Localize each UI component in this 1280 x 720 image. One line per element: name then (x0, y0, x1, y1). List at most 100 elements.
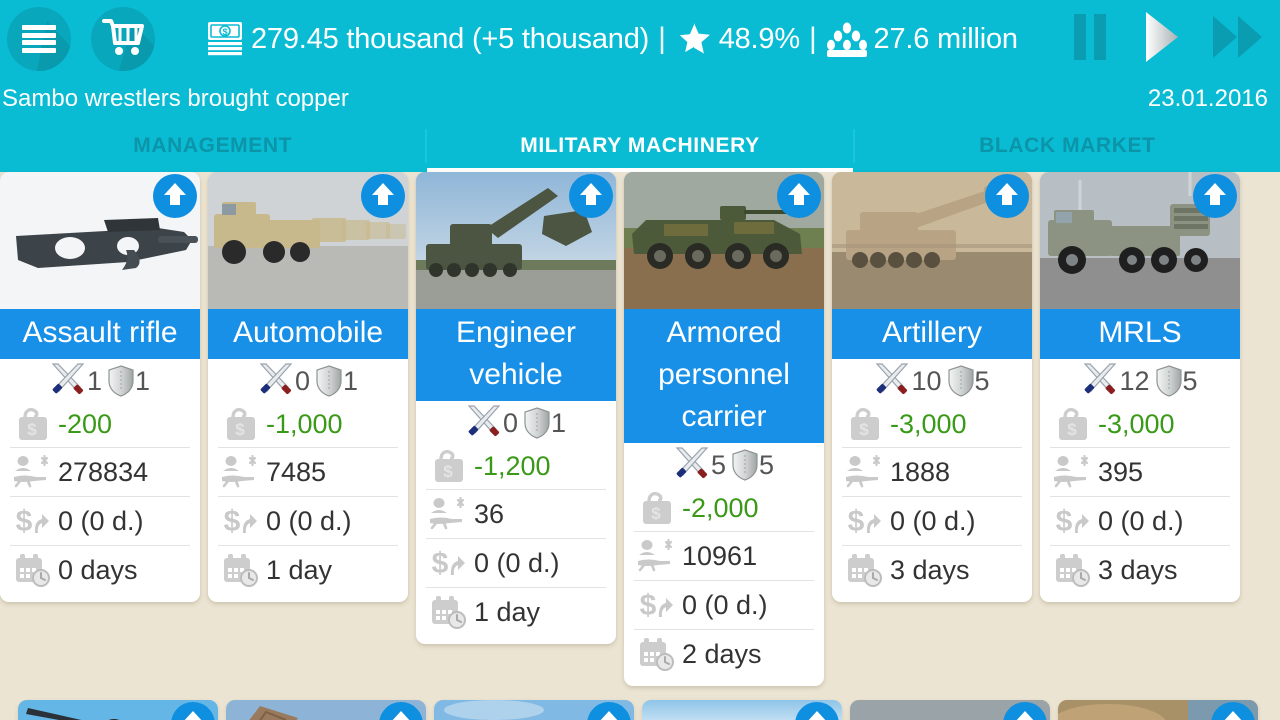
units-row: 278834 (10, 447, 190, 496)
tab-management[interactable]: Management (0, 120, 425, 172)
units-row: 36 (426, 489, 606, 538)
calendar-clock-icon (218, 552, 262, 588)
unit-card-partial[interactable] (226, 700, 426, 720)
calendar-clock-icon (10, 552, 54, 588)
tab-bar: Management Military machinery Black mark… (0, 120, 1280, 172)
crossed-swords-icon (49, 361, 87, 402)
svg-text:$: $ (223, 27, 228, 37)
upgrade-button[interactable] (569, 174, 613, 218)
up-arrow-icon (178, 707, 208, 720)
up-arrow-icon (1010, 707, 1040, 720)
stat-separator-2: | (808, 22, 817, 55)
crossed-swords-icon (873, 361, 911, 402)
upgrade-button[interactable] (777, 174, 821, 218)
population-stat: 27.6 million (826, 20, 1018, 58)
upgrade-button[interactable] (361, 174, 405, 218)
build-time-value: 3 days (1098, 554, 1178, 585)
shield-icon (315, 365, 343, 397)
cost-row: $ -1,000 (218, 401, 398, 447)
unit-card-partial[interactable] (18, 700, 218, 720)
unit-card[interactable]: Engineer vehicle 0 1 $ -1,200 36 $ 0 (0 … (416, 172, 616, 644)
unit-stats: 12 5 $ -3,000 395 $ 0 (0 d.) 3 days (1040, 359, 1240, 602)
upgrade-button[interactable] (1193, 174, 1237, 218)
income-value: 0 (0 d.) (682, 589, 768, 620)
income-row: $ 0 (0 d.) (842, 496, 1022, 545)
build-time-row: 2 days (634, 629, 814, 678)
cost-value: -200 (58, 408, 113, 439)
unit-card[interactable]: Armored personnel carrier 5 5 $ -2,000 1… (624, 172, 824, 686)
attack-value: 10 (911, 365, 942, 396)
soldier-prone-icon (426, 497, 470, 531)
upgrade-button[interactable] (985, 174, 1029, 218)
unit-title: MRLS (1040, 309, 1240, 359)
shop-button[interactable] (91, 7, 155, 71)
income-row: $ 0 (0 d.) (634, 580, 814, 629)
svg-text:$: $ (16, 505, 33, 538)
unit-card-partial[interactable] (434, 700, 634, 720)
cost-value: -1,200 (474, 450, 551, 481)
soldier-prone-icon (218, 455, 262, 489)
crossed-swords-icon (1081, 361, 1119, 402)
unit-card[interactable]: Artillery 10 5 $ -3,000 1888 $ 0 (0 d.) … (832, 172, 1032, 602)
svg-text:$: $ (432, 547, 449, 580)
game-date: 23.01.2016 (1147, 85, 1268, 112)
up-arrow-icon (594, 707, 624, 720)
unit-card-partial[interactable] (1058, 700, 1258, 720)
unit-card[interactable]: Automobile 0 1 $ -1,000 7485 $ 0 (0 d.) … (208, 172, 408, 602)
up-arrow-icon (1218, 707, 1248, 720)
units-value: 7485 (266, 456, 327, 487)
build-time-value: 2 days (682, 638, 762, 669)
cost-row: $ -1,200 (426, 443, 606, 489)
calendar-clock-icon (426, 594, 470, 630)
attack-value: 1 (86, 365, 102, 396)
build-time-row: 1 day (218, 545, 398, 594)
soldier-prone-icon (1050, 455, 1094, 489)
tab-military-machinery[interactable]: Military machinery (427, 120, 853, 172)
svg-text:$: $ (859, 420, 869, 439)
dollar-arrow-icon: $ (634, 587, 678, 623)
combat-stats-row: 12 5 (1050, 361, 1230, 401)
svg-text:$: $ (1067, 420, 1077, 439)
hamburger-menu-icon (22, 25, 56, 53)
unit-card-partial[interactable] (642, 700, 842, 720)
build-time-row: 3 days (842, 545, 1022, 594)
pause-icon[interactable] (1068, 8, 1112, 71)
shopping-cart-icon (102, 17, 144, 62)
units-row: 7485 (218, 447, 398, 496)
build-time-row: 3 days (1050, 545, 1230, 594)
unit-card[interactable]: MRLS 12 5 $ -3,000 395 $ 0 (0 d.) 3 days (1040, 172, 1240, 602)
fast-forward-icon[interactable] (1210, 8, 1266, 71)
unit-card[interactable]: Assault rifle 1 1 $ -200 278834 $ 0 (0 d… (0, 172, 200, 602)
defense-value: 1 (551, 407, 567, 438)
top-header-bar: $ 279.45 thousand (+5 thousand) | 48.9% … (0, 0, 1280, 120)
tab-black-market[interactable]: Black market (855, 120, 1280, 172)
shield-icon (523, 407, 551, 439)
units-row: 10961 (634, 531, 814, 580)
unit-stats: 0 1 $ -1,000 7485 $ 0 (0 d.) 1 day (208, 359, 408, 602)
cost-value: -3,000 (1098, 408, 1175, 439)
people-group-icon (826, 20, 868, 58)
units-value: 36 (474, 498, 505, 529)
defense-value: 5 (974, 365, 990, 396)
dollar-arrow-icon: $ (842, 503, 886, 539)
svg-text:$: $ (651, 504, 661, 523)
up-arrow-icon (386, 707, 416, 720)
build-time-row: 0 days (10, 545, 190, 594)
unit-thumbnail (208, 172, 408, 309)
combat-stats-row: 0 1 (218, 361, 398, 401)
menu-button[interactable] (7, 7, 71, 71)
dollar-arrow-icon: $ (10, 503, 54, 539)
combat-stats-row: 5 5 (634, 445, 814, 485)
svg-text:$: $ (235, 420, 245, 439)
upgrade-button[interactable] (153, 174, 197, 218)
up-arrow-icon (576, 179, 606, 214)
play-icon[interactable] (1138, 8, 1184, 71)
svg-text:$: $ (443, 462, 453, 481)
unit-thumbnail (416, 172, 616, 309)
unit-card-partial[interactable] (850, 700, 1050, 720)
shield-icon (1155, 365, 1183, 397)
up-arrow-icon (1200, 179, 1230, 214)
up-arrow-icon (160, 179, 190, 214)
svg-text:$: $ (1056, 505, 1073, 538)
soldier-prone-icon (10, 455, 54, 489)
